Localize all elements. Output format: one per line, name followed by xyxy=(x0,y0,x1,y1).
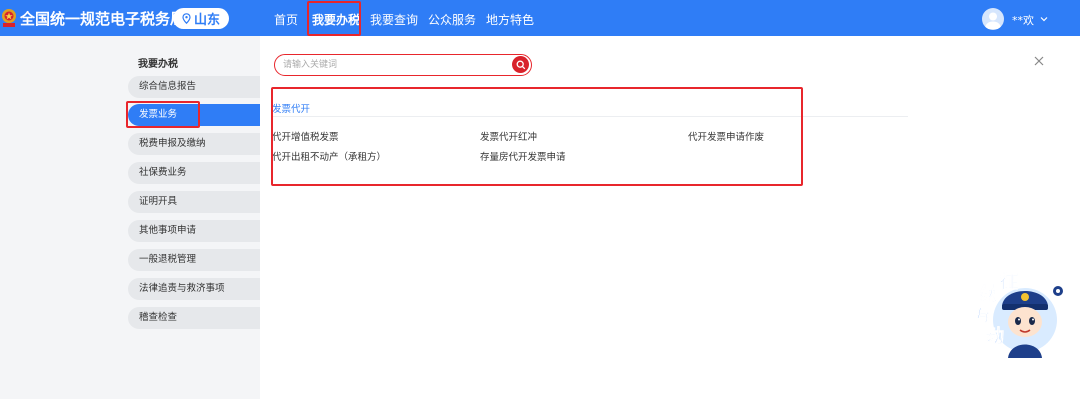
user-name[interactable]: **欢 xyxy=(1012,12,1034,28)
widget-char-1: 征 xyxy=(1000,272,1019,294)
sidebar-item-other-requests[interactable]: 其他事项申请 xyxy=(128,220,260,242)
top-header: 全国统一规范电子税务局 山东 首页 我要办税 我要查询 公众服务 地方特色 **… xyxy=(0,0,1080,36)
main-panel: 发票代开 代开增值税发票 发票代开红冲 代开发票申请作废 代开出租不动产（承租方… xyxy=(260,36,1080,399)
sidebar-item-tax-refund[interactable]: 一般退税管理 xyxy=(128,249,260,271)
nav-query[interactable]: 我要查询 xyxy=(370,11,418,28)
site-title[interactable]: 全国统一规范电子税务局 xyxy=(20,8,185,29)
sidebar-item-certificate[interactable]: 证明开具 xyxy=(128,191,260,213)
sidebar-item-legal-relief[interactable]: 法律追责与救济事项 xyxy=(128,278,260,300)
tax-emblem-icon xyxy=(2,9,16,27)
sidebar-item-inspection[interactable]: 稽查检查 xyxy=(128,307,260,329)
close-icon[interactable] xyxy=(1032,54,1046,68)
sidebar-item-social-security[interactable]: 社保费业务 xyxy=(128,162,260,184)
region-label: 山东 xyxy=(193,13,220,28)
sidebar-highlight-box xyxy=(126,101,200,128)
user-icon xyxy=(985,12,1001,29)
nav-local-features[interactable]: 地方特色 xyxy=(486,11,534,28)
nav-public-service[interactable]: 公众服务 xyxy=(428,11,476,28)
nav-home[interactable]: 首页 xyxy=(274,11,298,28)
left-sidebar: 我要办税 综合信息报告 发票业务 税费申报及缴纳 社保费业务 证明开具 其他事项… xyxy=(0,36,260,399)
user-avatar[interactable] xyxy=(982,8,1004,30)
location-pin-icon xyxy=(182,13,191,24)
sidebar-item-declaration[interactable]: 税费申报及缴纳 xyxy=(128,133,260,155)
search-bar xyxy=(274,54,532,76)
nav-highlight-box xyxy=(307,1,361,36)
search-button[interactable] xyxy=(512,56,529,73)
sidebar-title: 我要办税 xyxy=(138,59,178,70)
sidebar-item-info-report[interactable]: 综合信息报告 xyxy=(128,76,260,98)
region-selector[interactable]: 山东 xyxy=(173,8,229,29)
widget-char-4: 动 xyxy=(986,326,1005,348)
results-highlight-box xyxy=(271,87,803,186)
interaction-widget[interactable]: 征 纳 互 动 xyxy=(970,268,1066,358)
search-icon xyxy=(516,60,525,69)
search-input[interactable] xyxy=(283,58,503,72)
chevron-down-icon[interactable] xyxy=(1040,15,1048,23)
